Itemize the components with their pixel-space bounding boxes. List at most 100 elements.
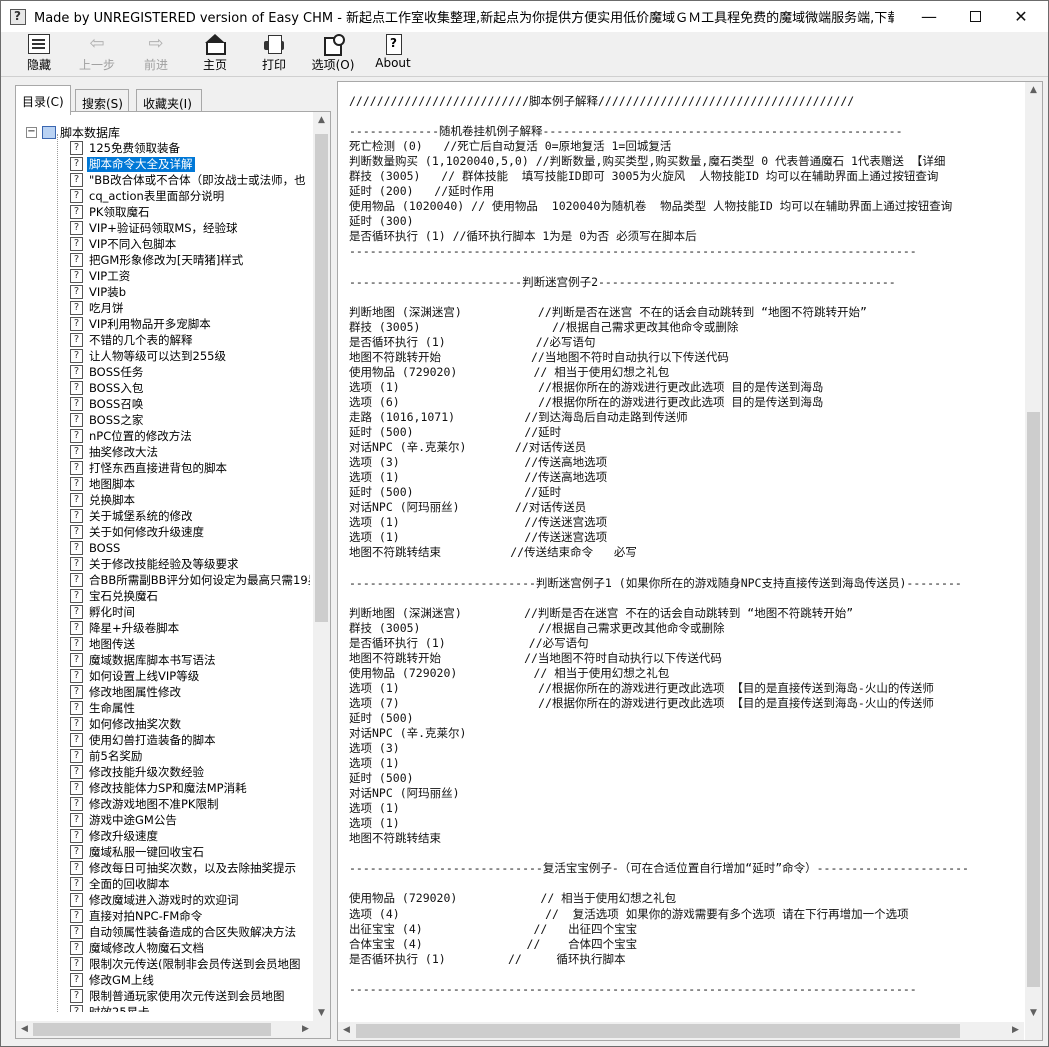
title-bar[interactable]: Made by UNREGISTERED version of Easy CHM… <box>1 1 1048 32</box>
tab-favorites[interactable]: 收藏夹(I) <box>136 89 202 113</box>
tree-item[interactable]: ? "BB改合体或不合体（即汝战士或法师，也 <box>70 172 310 188</box>
tree-item[interactable]: ? BOSS任务 <box>70 364 310 380</box>
tree-item[interactable]: ? 地图脚本 <box>70 476 310 492</box>
tree-item[interactable]: ? 修改GM上线 <box>70 972 310 988</box>
tree-item[interactable]: ? 修改升级速度 <box>70 828 310 844</box>
content-vertical-scrollbar[interactable]: ▲ ▼ <box>1025 82 1042 1022</box>
tree-item[interactable]: ? 修改技能升级次数经验 <box>70 764 310 780</box>
help-topic-icon: ? <box>70 781 83 795</box>
tree-item[interactable]: ? 全面的回收脚本 <box>70 876 310 892</box>
tree-item[interactable]: ? 合BB所需副BB评分如何设定为最高只需19星 <box>70 572 310 588</box>
tree-item[interactable]: ? VIP装b <box>70 284 310 300</box>
tree-item[interactable]: ? 魔域数据库脚本书写语法 <box>70 652 310 668</box>
tree-item[interactable]: ? 宝石兑换魔石 <box>70 588 310 604</box>
tree-item[interactable]: ? 魔域私服一键回收宝石 <box>70 844 310 860</box>
content-line: 是否循环执行 (1) // 循环执行脚本 <box>349 951 626 966</box>
scroll-thumb[interactable] <box>315 134 328 622</box>
about-button[interactable]: About <box>373 34 413 74</box>
tree-item[interactable]: ? 地图传送 <box>70 636 310 652</box>
scroll-down-icon[interactable]: ▼ <box>1025 1005 1042 1022</box>
tree-item[interactable]: ? 降星+升级卷脚本 <box>70 620 310 636</box>
close-button[interactable]: ✕ <box>998 1 1044 32</box>
scroll-right-icon[interactable]: ▶ <box>297 1021 314 1038</box>
scroll-down-icon[interactable]: ▼ <box>313 1005 330 1022</box>
tree-item-label: 修改每日可抽奖次数，以及去除抽奖提示 <box>89 860 296 875</box>
forward-button[interactable]: ⇨ 前进 <box>139 34 173 74</box>
tree-item[interactable]: ? 关于修改技能经验及等级要求 <box>70 556 310 572</box>
print-button[interactable]: 打印 <box>259 34 289 74</box>
tree-item[interactable]: ? BOSS入包 <box>70 380 310 396</box>
scroll-thumb[interactable] <box>356 1024 960 1038</box>
content-line: 延时 (200) //延时作用 <box>349 184 495 199</box>
maximize-button[interactable] <box>952 1 998 32</box>
tab-search[interactable]: 搜索(S) <box>75 89 129 113</box>
tree-item[interactable]: ? VIP不同入包脚本 <box>70 236 310 252</box>
tree-item[interactable]: ? 让人物等级可以达到255级 <box>70 348 310 364</box>
home-button[interactable]: 主页 <box>199 34 231 74</box>
tree-item[interactable]: ? 如何设置上线VIP等级 <box>70 668 310 684</box>
content-line: 选项 (1) //根据你所在的游戏进行更改此选项 目的是传送到海岛 <box>349 379 824 394</box>
tree-horizontal-scrollbar[interactable]: ◀ ▶ <box>16 1021 314 1038</box>
tree-item[interactable]: ? 脚本命令大全及详解 <box>70 156 310 172</box>
tab-contents[interactable]: 目录(C) <box>15 85 71 115</box>
tree-item[interactable]: ? 不错的几个表的解释 <box>70 332 310 348</box>
content-line: 地图不符跳转开始 //当地图不符时自动执行以下传送代码 <box>349 650 722 665</box>
scroll-thumb[interactable] <box>33 1023 271 1036</box>
tree-item[interactable]: ? 限制次元传送(限制非会员传送到会员地图 <box>70 956 310 972</box>
contents-tree[interactable]: − 脚本数据库 ? 125免费领取装备? 脚本命令大全及详解? "BB改合体或不合体（… <box>20 120 310 1012</box>
tree-item[interactable]: ? cq_action表里面部分说明 <box>70 188 310 204</box>
tree-item[interactable]: ? 前5名奖励 <box>70 748 310 764</box>
tree-item[interactable]: ? 游戏中途GM公告 <box>70 812 310 828</box>
hide-button[interactable]: 隐藏 <box>23 34 55 74</box>
tree-item[interactable]: ? 魔域修改人物魔石文档 <box>70 940 310 956</box>
collapse-icon[interactable]: − <box>26 126 37 138</box>
printer-icon <box>263 34 285 54</box>
tree-item[interactable]: ? VIP+验证码领取MS，经验球 <box>70 220 310 236</box>
tree-item[interactable]: ? nPC位置的修改方法 <box>70 428 310 444</box>
tree-item[interactable]: ? 如何修改抽奖次数 <box>70 716 310 732</box>
tree-item[interactable]: ? 关于城堡系统的修改 <box>70 508 310 524</box>
tree-item[interactable]: ? 修改游戏地图不准PK限制 <box>70 796 310 812</box>
content-line <box>349 967 1023 982</box>
minimize-button[interactable]: — <box>906 1 952 32</box>
tree-item[interactable]: ? 修改技能体力SP和魔法MP消耗 <box>70 780 310 796</box>
tree-item[interactable]: ? 修改地图属性修改 <box>70 684 310 700</box>
content-line: ----------------------------------------… <box>349 981 917 996</box>
tree-item[interactable]: ? 修改每日可抽奖次数，以及去除抽奖提示 <box>70 860 310 876</box>
tree-item[interactable]: ? 限制普通玩家使用次元传送到会员地图 <box>70 988 310 1004</box>
tree-item[interactable]: ? 吃月饼 <box>70 300 310 316</box>
tree-item[interactable]: ? 自动领属性装备造成的合区失败解决方法 <box>70 924 310 940</box>
tree-item[interactable]: ? 修改魔域进入游戏时的欢迎词 <box>70 892 310 908</box>
scroll-up-icon[interactable]: ▲ <box>1025 82 1042 99</box>
tree-item[interactable]: ? 生命属性 <box>70 700 310 716</box>
content-line: 对话NPC (辛.克莱尔) //对话传送员 <box>349 440 587 455</box>
tree-item[interactable]: ? 直接对拍NPC-FM命令 <box>70 908 310 924</box>
options-button[interactable]: 选项(O) <box>309 34 357 74</box>
tree-item[interactable]: ? 时效25星卡 <box>70 1004 310 1012</box>
tree-item[interactable]: ? BOSS <box>70 540 310 556</box>
tree-item[interactable]: ? 125免费领取装备 <box>70 140 310 156</box>
back-button[interactable]: ⇦ 上一步 <box>77 34 117 74</box>
tree-item[interactable]: ? VIP利用物品开多宠脚本 <box>70 316 310 332</box>
tree-item[interactable]: ? VIP工资 <box>70 268 310 284</box>
scroll-right-icon[interactable]: ▶ <box>1007 1022 1024 1039</box>
tree-item[interactable]: ? 关于如何修改升级速度 <box>70 524 310 540</box>
scroll-thumb[interactable] <box>1027 412 1040 987</box>
tree-item[interactable]: ? PK领取魔石 <box>70 204 310 220</box>
tree-item[interactable]: ? 打怪东西直接进背包的脚本 <box>70 460 310 476</box>
tree-item[interactable]: ? 兑换脚本 <box>70 492 310 508</box>
tree-item[interactable]: ? 使用幻兽打造装备的脚本 <box>70 732 310 748</box>
tree-root-node[interactable]: − 脚本数据库 <box>26 124 120 140</box>
scroll-left-icon[interactable]: ◀ <box>16 1021 33 1038</box>
tree-item[interactable]: ? 把GM形象修改为[天晴猪]样式 <box>70 252 310 268</box>
content-line <box>349 591 1023 606</box>
tree-item[interactable]: ? BOSS之家 <box>70 412 310 428</box>
content-horizontal-scrollbar[interactable]: ◀ ▶ <box>338 1022 1024 1040</box>
tree-item[interactable]: ? BOSS召唤 <box>70 396 310 412</box>
scroll-up-icon[interactable]: ▲ <box>313 112 330 129</box>
scroll-left-icon[interactable]: ◀ <box>338 1022 355 1039</box>
help-topic-icon: ? <box>70 941 83 955</box>
tree-item[interactable]: ? 孵化时间 <box>70 604 310 620</box>
tree-item[interactable]: ? 抽奖修改大法 <box>70 444 310 460</box>
tree-vertical-scrollbar[interactable]: ▲ ▼ <box>313 112 330 1022</box>
